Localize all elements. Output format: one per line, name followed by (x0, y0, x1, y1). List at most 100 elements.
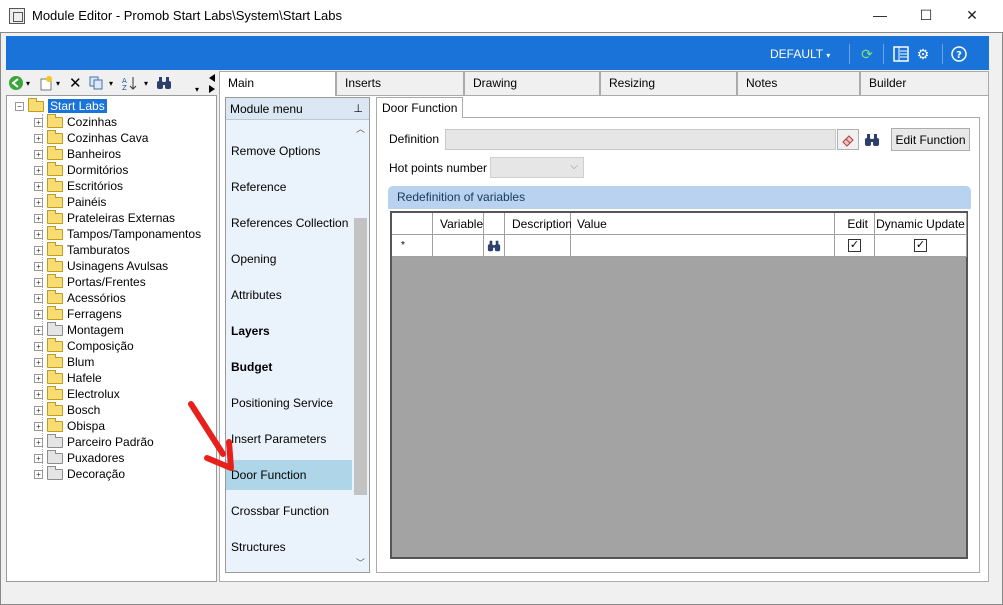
tab-door-function[interactable]: Door Function (376, 97, 464, 118)
tree-item[interactable]: + Portas/Frentes (34, 273, 146, 290)
expand-toggle-icon[interactable]: + (34, 405, 43, 415)
expand-toggle-icon[interactable]: + (34, 181, 43, 191)
scrollbar-thumb[interactable] (354, 218, 367, 495)
cell-variable[interactable] (433, 235, 484, 257)
expand-toggle-icon[interactable]: + (34, 117, 43, 127)
copy-icon[interactable] (88, 75, 104, 91)
hot-points-select[interactable]: ⌵ (490, 157, 584, 178)
tab-inserts[interactable]: Inserts (336, 71, 464, 95)
help-icon[interactable]: ? (950, 45, 968, 63)
tree-item[interactable]: + Escritórios (34, 177, 123, 194)
chevron-down-icon[interactable]: ▾ (109, 75, 113, 91)
column-header-edit[interactable]: Edit (835, 213, 875, 235)
tab-resizing[interactable]: Resizing (600, 71, 737, 95)
module-menu-item[interactable]: Positioning Service (226, 388, 353, 418)
tree-item[interactable]: + Montagem (34, 321, 124, 338)
expand-toggle-icon[interactable]: + (34, 373, 43, 383)
expand-toggle-icon[interactable]: + (34, 357, 43, 367)
tab-main[interactable]: Main (219, 71, 336, 96)
tree-item[interactable]: + Acessórios (34, 289, 126, 306)
minimize-button[interactable]: — (857, 0, 903, 30)
refresh-icon[interactable]: ⟳ (858, 45, 876, 63)
close-button[interactable]: ✕ (949, 0, 995, 30)
column-header-variable[interactable]: Variable (433, 213, 484, 235)
expand-toggle-icon[interactable]: + (34, 277, 43, 287)
chevron-down-icon[interactable]: ▾ (56, 75, 60, 91)
tree-item[interactable]: + Decoração (34, 465, 125, 482)
settings-gear-icon[interactable]: ⚙ (914, 45, 932, 63)
eraser-button[interactable] (837, 129, 859, 150)
column-header-dynamic-update[interactable]: Dynamic Update (875, 213, 967, 235)
expand-toggle-icon[interactable]: + (34, 197, 43, 207)
pin-icon[interactable]: ⊥ (353, 102, 363, 115)
module-menu-item[interactable]: Opening (226, 244, 353, 274)
module-menu-item[interactable]: Door Function (226, 460, 353, 490)
module-menu-item[interactable]: Structures (226, 532, 353, 562)
expand-toggle-icon[interactable]: + (34, 213, 43, 223)
expand-toggle-icon[interactable]: + (34, 261, 43, 271)
delete-x-icon[interactable]: ✕ (69, 75, 82, 92)
tree-item[interactable]: + Prateleiras Externas (34, 209, 175, 226)
tree-root-item[interactable]: − Start Labs (15, 97, 107, 114)
cell-edit[interactable]: ✓ (835, 235, 875, 257)
module-menu-item[interactable]: Attributes (226, 280, 353, 310)
scroll-down-icon[interactable]: ﹀ (356, 556, 365, 569)
expand-toggle-icon[interactable]: + (34, 469, 43, 479)
tab-drawing[interactable]: Drawing (464, 71, 600, 95)
expand-toggle-icon[interactable]: + (34, 293, 43, 303)
module-menu-scrollbar[interactable]: ︿ ﹀ (352, 120, 369, 572)
tree-item[interactable]: + Dormitórios (34, 161, 128, 178)
back-arrow-icon[interactable] (8, 75, 24, 91)
chevron-down-icon[interactable]: ▾ (144, 75, 148, 91)
expand-toggle-icon[interactable]: + (34, 245, 43, 255)
cell-value[interactable] (571, 235, 835, 257)
tree-item[interactable]: + Electrolux (34, 385, 120, 402)
tree-item[interactable]: + Usinagens Avulsas (34, 257, 168, 274)
expand-toggle-icon[interactable]: + (34, 437, 43, 447)
collapse-toggle-icon[interactable]: − (15, 101, 24, 111)
expand-toggle-icon[interactable]: + (34, 133, 43, 143)
module-menu-item[interactable]: Insert Parameters (226, 424, 353, 454)
expand-toggle-icon[interactable]: + (34, 421, 43, 431)
dynamic-update-checkbox[interactable]: ✓ (914, 239, 927, 252)
profile-dropdown[interactable]: DEFAULT ▾ (770, 47, 830, 61)
find-definition-button[interactable] (861, 129, 883, 150)
expand-toggle-icon[interactable]: + (34, 149, 43, 159)
module-menu-item[interactable]: Reference (226, 172, 353, 202)
tab-builder[interactable]: Builder (860, 71, 989, 95)
column-header-description[interactable]: Description (505, 213, 572, 235)
definition-input[interactable] (445, 129, 836, 150)
expand-toggle-icon[interactable]: + (34, 341, 43, 351)
tree-item[interactable]: + Bosch (34, 401, 100, 418)
binoculars-icon[interactable] (156, 75, 172, 91)
tree-item[interactable]: + Parceiro Padrão (34, 433, 154, 450)
expand-toggle-icon[interactable]: + (34, 229, 43, 239)
tree-item[interactable]: + Blum (34, 353, 94, 370)
expand-toggle-icon[interactable]: + (34, 453, 43, 463)
tree-item[interactable]: + Obispa (34, 417, 105, 434)
cell-dynamic-update[interactable]: ✓ (875, 235, 967, 257)
cell-description[interactable] (505, 235, 571, 257)
column-header-value[interactable]: Value (571, 213, 835, 235)
tree-item[interactable]: + Cozinhas (34, 113, 117, 130)
expand-toggle-icon[interactable]: + (34, 165, 43, 175)
expand-toggle-icon[interactable]: + (34, 389, 43, 399)
new-module-icon[interactable] (38, 75, 54, 91)
tree-item[interactable]: + Banheiros (34, 145, 121, 162)
module-menu-item[interactable]: Budget (226, 352, 353, 382)
tree-item[interactable]: + Painéis (34, 193, 106, 210)
cell-variable-search[interactable] (484, 235, 505, 257)
tree-item[interactable]: + Hafele (34, 369, 102, 386)
tree-item[interactable]: + Composição (34, 337, 134, 354)
tree-item[interactable]: + Tampos/Tamponamentos (34, 225, 201, 242)
expand-toggle-icon[interactable]: + (34, 309, 43, 319)
layout-icon[interactable] (892, 45, 910, 63)
tree-item[interactable]: + Cozinhas Cava (34, 129, 148, 146)
panel-splitter[interactable] (206, 72, 218, 96)
tree-item[interactable]: + Puxadores (34, 449, 124, 466)
module-menu-item[interactable]: Layers (226, 316, 353, 346)
maximize-button[interactable]: ☐ (903, 0, 949, 30)
edit-checkbox[interactable]: ✓ (848, 239, 861, 252)
chevron-down-icon[interactable]: ▾ (26, 75, 30, 91)
module-menu-item[interactable]: References Collection (226, 208, 353, 238)
